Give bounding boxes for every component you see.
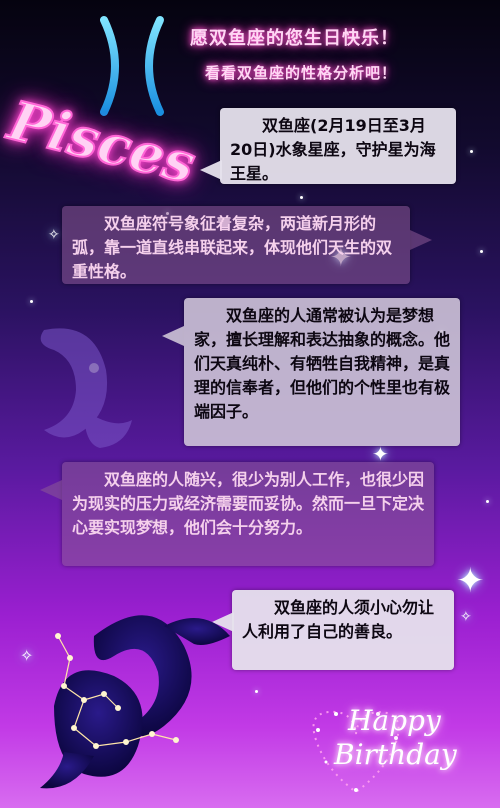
star-dot xyxy=(30,300,33,303)
info-bubble-text: 双鱼座的人须小心勿让人利用了自己的善良。 xyxy=(242,598,435,641)
star-dot xyxy=(255,690,258,693)
happy-birthday-greeting: Happy Birthday xyxy=(296,700,496,800)
twin-fish-constellation-icon xyxy=(40,615,230,789)
info-bubble-symbol-meaning: 双鱼座符号象征着复杂，两道新月形的弧，靠一道直线串联起来，体现他们天生的双重性格… xyxy=(62,206,410,284)
headline-birthday-wish: 愿双鱼座的您生日快乐！ xyxy=(190,28,399,49)
info-bubble-text: 双鱼座的人随兴，很少为别人工作，也很少因为现实的压力或经济需要而妥协。然而一旦下… xyxy=(72,470,425,537)
info-bubble-kindness-warning: 双鱼座的人须小心勿让人利用了自己的善良。 xyxy=(232,590,454,670)
star-dot xyxy=(470,150,473,153)
info-bubble-text: 双鱼座(2月19日至3月20日)水象星座，守护星为海王星。 xyxy=(230,116,436,183)
bubble-tail xyxy=(162,326,184,346)
info-bubble-text: 双鱼座符号象征着复杂，两道新月形的弧，靠一道直线串联起来，体现他们天生的双重性格… xyxy=(72,214,393,281)
bubble-tail xyxy=(410,230,432,250)
bubble-tail xyxy=(200,160,222,180)
sparkle-star-icon: ✦ xyxy=(456,561,485,601)
pisces-symbol-icon xyxy=(100,16,164,116)
info-bubble-free-spirit: 双鱼座的人随兴，很少为别人工作，也很少因为现实的压力或经济需要而妥协。然而一旦下… xyxy=(62,462,434,566)
star-dot xyxy=(480,250,483,253)
fish-silhouette-icon xyxy=(40,328,132,448)
info-bubble-text: 双鱼座的人通常被认为是梦想家，擅长理解和表达抽象的概念。他们天真纯朴、有牺牲自我… xyxy=(194,306,451,421)
info-bubble-dates: 双鱼座(2月19日至3月20日)水象星座，守护星为海王星。 xyxy=(220,108,456,184)
headline-personality-intro: 看看双鱼座的性格分析吧！ xyxy=(205,64,398,82)
sparkle-star-icon: ✧ xyxy=(20,646,34,665)
info-bubble-dreamer: 双鱼座的人通常被认为是梦想家，擅长理解和表达抽象的概念。他们天真纯朴、有牺牲自我… xyxy=(184,298,460,446)
star-dot xyxy=(486,500,489,503)
bubble-tail xyxy=(40,480,62,500)
greeting-happy: Happy xyxy=(348,704,441,737)
sparkle-star-icon: ✧ xyxy=(48,227,60,243)
sparkle-star-icon: ✧ xyxy=(460,609,472,625)
greeting-birthday: Birthday xyxy=(334,738,457,771)
sparkle-star-icon: ✦ xyxy=(372,442,389,466)
star-dot xyxy=(300,196,303,199)
pisces-birthday-card: ✦ ✦ ✦ ✧ ✧ ✧ 愿双鱼座的您生日快乐！ 看看双鱼座的性格分析吧！ Pis… xyxy=(0,0,500,808)
